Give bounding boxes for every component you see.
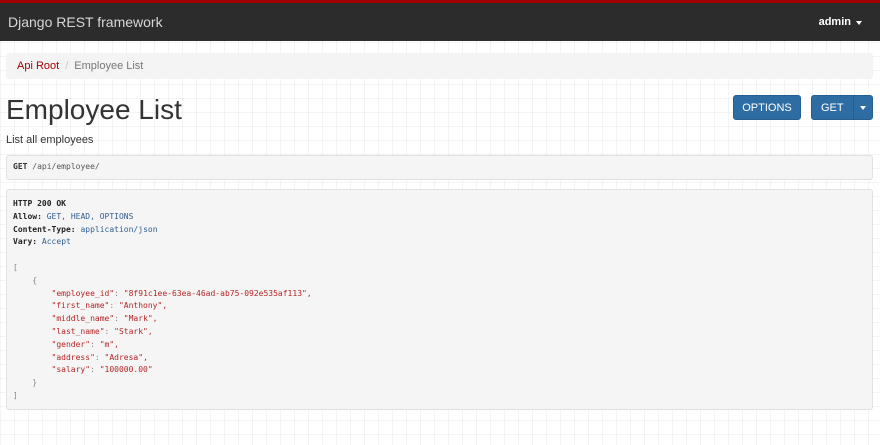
chevron-down-icon [856, 20, 862, 25]
json-value: "m", [99, 339, 119, 349]
json-key: "first_name" [51, 301, 110, 311]
json-bracket: [ [13, 262, 18, 272]
json-key: "salary" [51, 365, 91, 375]
options-button[interactable]: OPTIONS [733, 95, 801, 120]
get-button-group: GET [811, 95, 873, 120]
request-path: /api/employee/ [32, 162, 100, 171]
breadcrumb: Api Root / Employee List [6, 53, 873, 79]
breadcrumb-separator: / [65, 60, 69, 72]
header-key: Vary: [13, 237, 38, 247]
header-key: Content-Type: [13, 224, 76, 234]
json-brace: } [32, 378, 38, 388]
json-brace: { [32, 275, 38, 285]
breadcrumb-current: Employee List [74, 60, 144, 72]
breadcrumb-api-root[interactable]: Api Root [17, 60, 59, 72]
page-title: Employee List [6, 94, 182, 125]
header-value: Accept [41, 237, 71, 247]
response-info: HTTP 200 OK Allow: GET, HEAD, OPTIONS Co… [6, 189, 873, 410]
json-key: "employee_id" [51, 288, 115, 298]
json-value: "8f91c1ee-63ea-46ad-ab75-092e535af113", [123, 288, 312, 298]
json-bracket: ] [13, 390, 18, 400]
json-value: "Stark", [114, 326, 153, 336]
header-value: GET, HEAD, OPTIONS [46, 211, 134, 221]
page-description: List all employees [6, 134, 94, 146]
get-button[interactable]: GET [812, 96, 854, 119]
json-value: "Anthony", [118, 301, 168, 311]
get-format-dropdown[interactable] [854, 96, 872, 119]
user-menu[interactable]: admin [819, 16, 862, 28]
request-info: GET /api/employee/ [6, 155, 873, 180]
json-key: "gender" [51, 339, 91, 349]
json-value: "Mark", [123, 314, 158, 324]
brand-title[interactable]: Django REST framework [8, 14, 163, 30]
json-key: "last_name" [51, 326, 105, 336]
request-method: GET [13, 162, 28, 171]
header-key: Allow: [13, 211, 42, 221]
json-key: "address" [51, 352, 95, 362]
json-value: "100000.00" [99, 365, 153, 375]
chevron-down-icon [859, 106, 866, 110]
username-label: admin [818, 16, 851, 28]
header-value: application/json [80, 224, 158, 234]
json-value: "Adresa", [104, 352, 148, 362]
top-navbar: Django REST framework admin [0, 0, 880, 41]
response-status: HTTP 200 OK [13, 199, 66, 208]
json-key: "middle_name" [51, 314, 115, 324]
